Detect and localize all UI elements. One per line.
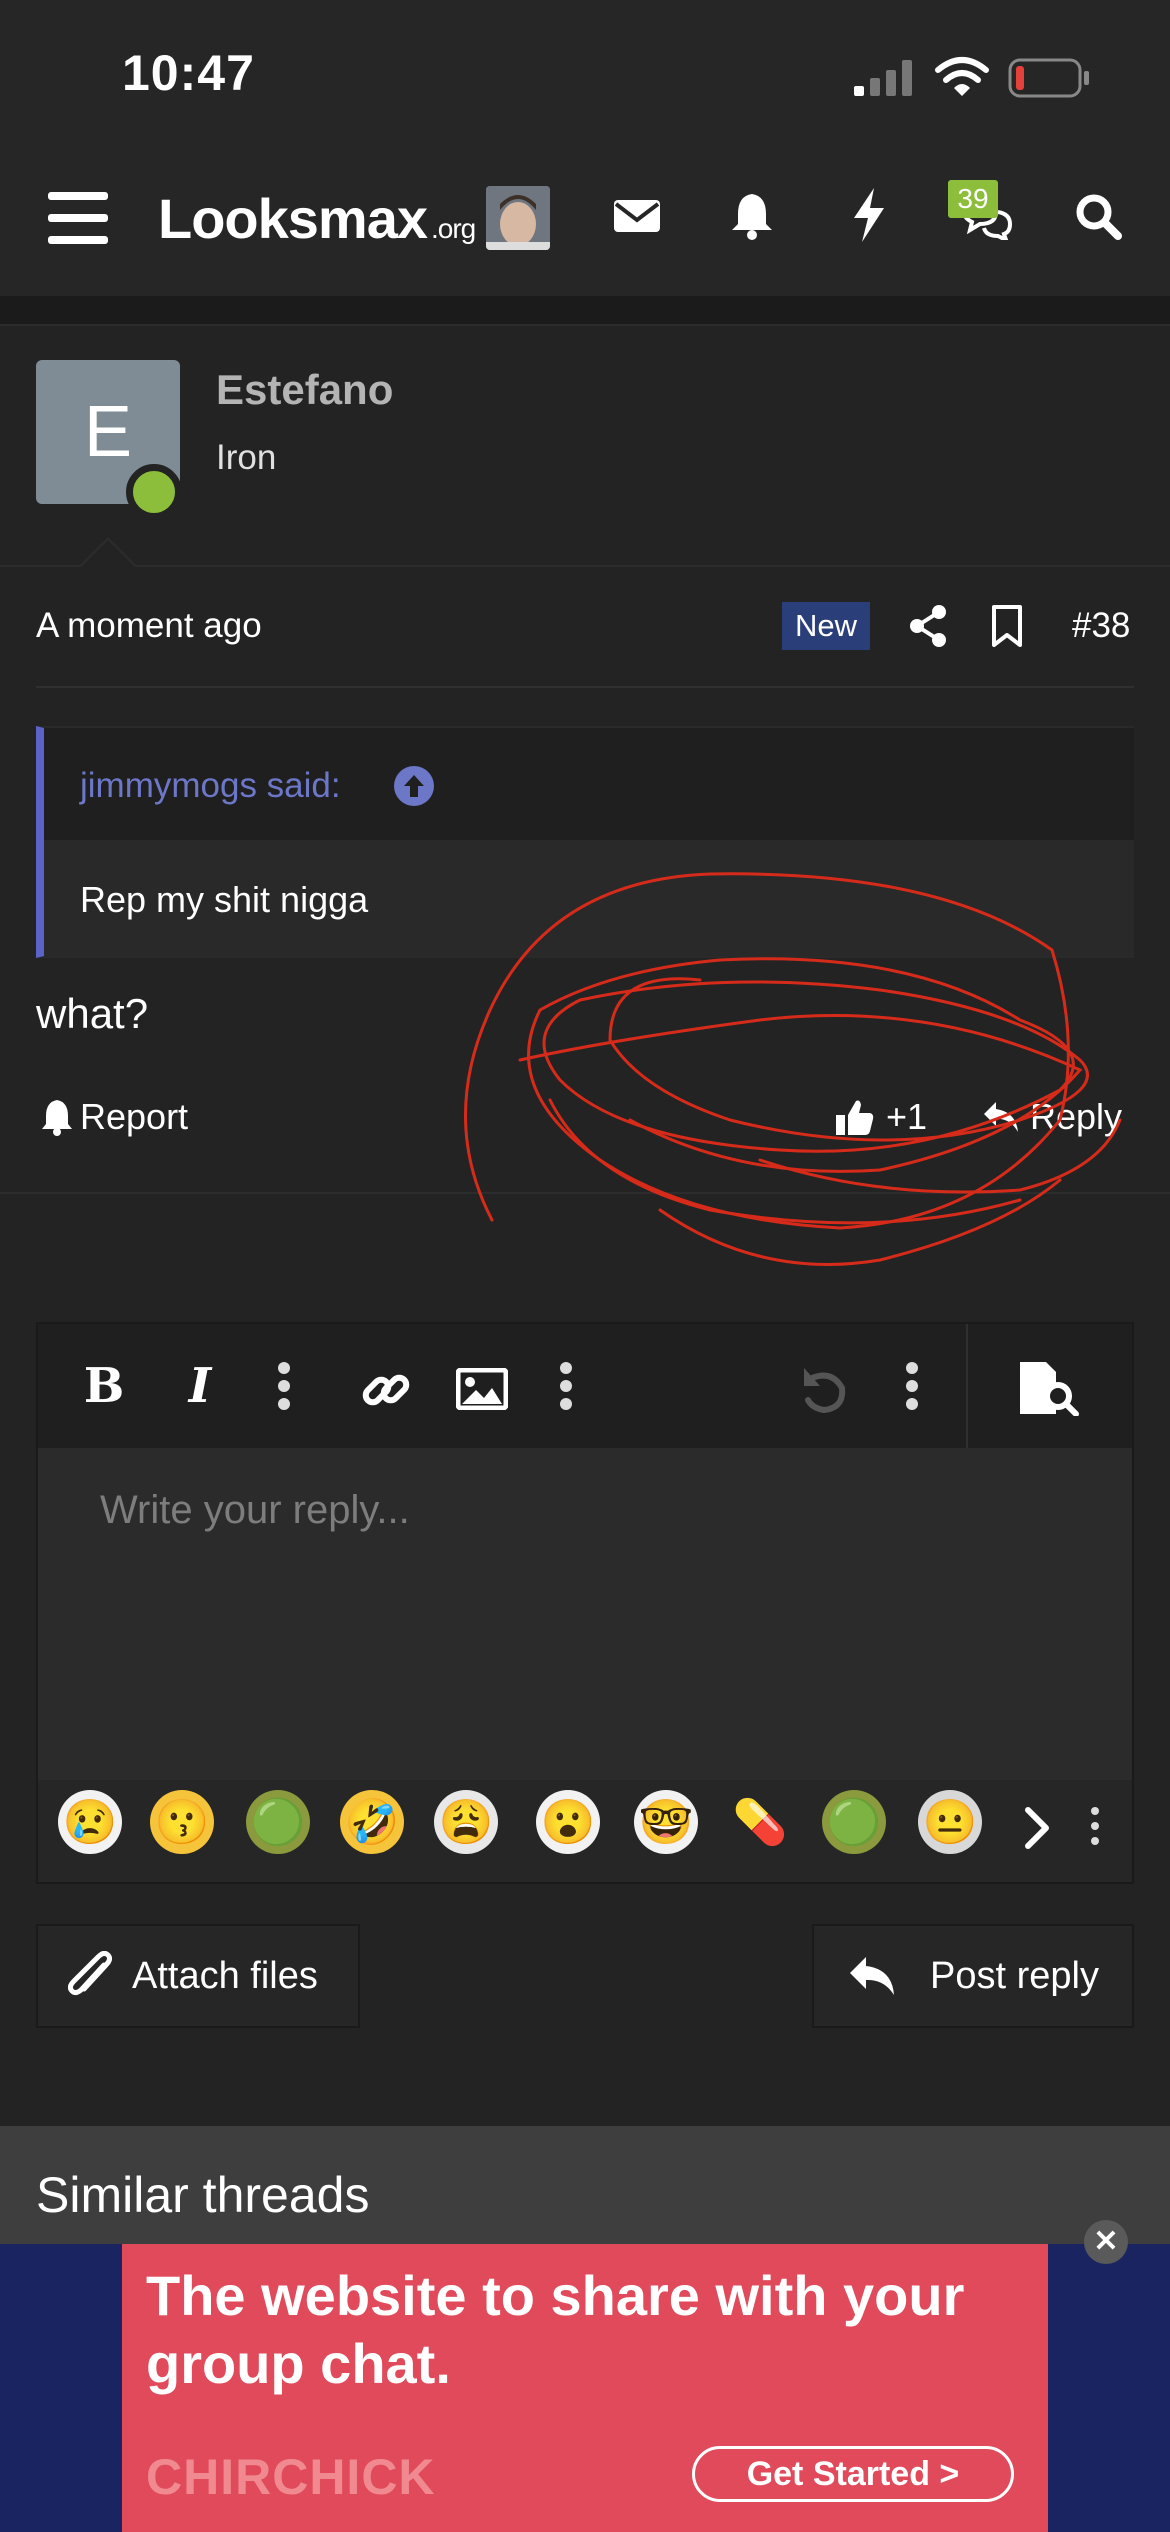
header-shadow [0,296,1170,324]
italic-button[interactable]: I [172,1354,228,1418]
arrow-up-circle-icon[interactable] [394,766,434,806]
quote-text: Rep my shit nigga [80,879,369,920]
quote-author-link[interactable]: jimmymogs said: [80,766,341,806]
new-badge: New [782,602,870,650]
search-icon[interactable] [1074,192,1122,240]
attach-files-label: Attach files [132,1954,318,1997]
emoji-nerd-wojak[interactable]: 🤓 [634,1790,698,1854]
battery-icon [1008,58,1089,98]
logo-tld: .org [431,213,476,244]
undo-icon[interactable] [800,1364,850,1416]
divider [36,686,1134,688]
bold-button[interactable]: B [76,1354,132,1418]
post-timestamp[interactable]: A moment ago [36,606,262,646]
emoji-wojak[interactable]: 😮 [536,1790,600,1854]
more-vertical-icon[interactable] [1088,1806,1102,1846]
logo-text: Looksmax [158,187,428,250]
site-logo[interactable]: Looksmax .org [158,186,476,251]
menu-icon[interactable] [48,192,108,244]
bell-icon[interactable] [730,190,774,240]
ad-headline: The website to share with your group cha… [146,2264,965,2395]
emoji-pill[interactable]: 💊 [728,1790,792,1854]
post-reply-label: Post reply [930,1954,1099,1997]
emoji-kissing[interactable]: 😗 [150,1790,214,1854]
more-vertical-icon[interactable] [276,1362,292,1410]
user-title: Iron [216,438,277,477]
report-button[interactable]: Report [40,1096,188,1138]
report-label: Report [80,1096,189,1137]
post-reply-button[interactable]: Post reply [812,1924,1134,2028]
reply-input[interactable]: Write your reply... [100,1488,410,1533]
signal-icon [854,60,912,96]
emoji-shrek[interactable]: 🟢 [246,1790,310,1854]
share-icon[interactable] [908,604,948,648]
bolt-icon[interactable] [852,188,886,242]
post-number-link[interactable]: #38 [1072,606,1130,646]
attach-files-button[interactable]: Attach files [36,1924,360,2028]
paperclip-icon [68,1951,112,1996]
more-vertical-icon[interactable] [904,1362,920,1410]
online-status-icon [126,464,182,520]
emoji-crying-wojak-2[interactable]: 😩 [434,1790,498,1854]
mail-icon[interactable] [612,196,662,236]
user-arrow-notch-inner [80,540,136,568]
post-body-text: what? [36,990,149,1037]
status-time: 10:47 [122,45,255,101]
emoji-crying-wojak[interactable]: 😢 [58,1790,122,1854]
ad-brand: CHIRCHICK [146,2449,436,2505]
red-scribble-annotation [464,872,1122,1266]
link-icon[interactable] [360,1364,412,1416]
similar-threads-title: Similar threads [36,2167,370,2223]
chat-badge-count: 39 [948,180,998,218]
bookmark-icon[interactable] [990,604,1024,648]
username-link[interactable]: Estefano [216,366,393,414]
avatar[interactable] [486,186,550,250]
preview-icon[interactable] [1018,1360,1080,1416]
emoji-shrek-2[interactable]: 🟢 [822,1790,886,1854]
toolbar-separator [966,1324,968,1448]
ad-close-icon[interactable]: ✕ [1084,2220,1128,2264]
more-vertical-icon[interactable] [558,1362,574,1410]
bell-icon [42,1100,72,1136]
reply-icon [850,1957,894,1995]
image-icon[interactable] [456,1368,508,1410]
chevron-right-icon[interactable] [1022,1806,1052,1850]
divider [0,324,1170,326]
emoji-rofl[interactable]: 🤣 [340,1790,404,1854]
ad-get-started-button[interactable]: Get Started > [692,2446,1014,2502]
wifi-icon [935,57,989,96]
divider [0,565,1170,567]
emoji-wojak-2[interactable]: 😐 [918,1790,982,1854]
